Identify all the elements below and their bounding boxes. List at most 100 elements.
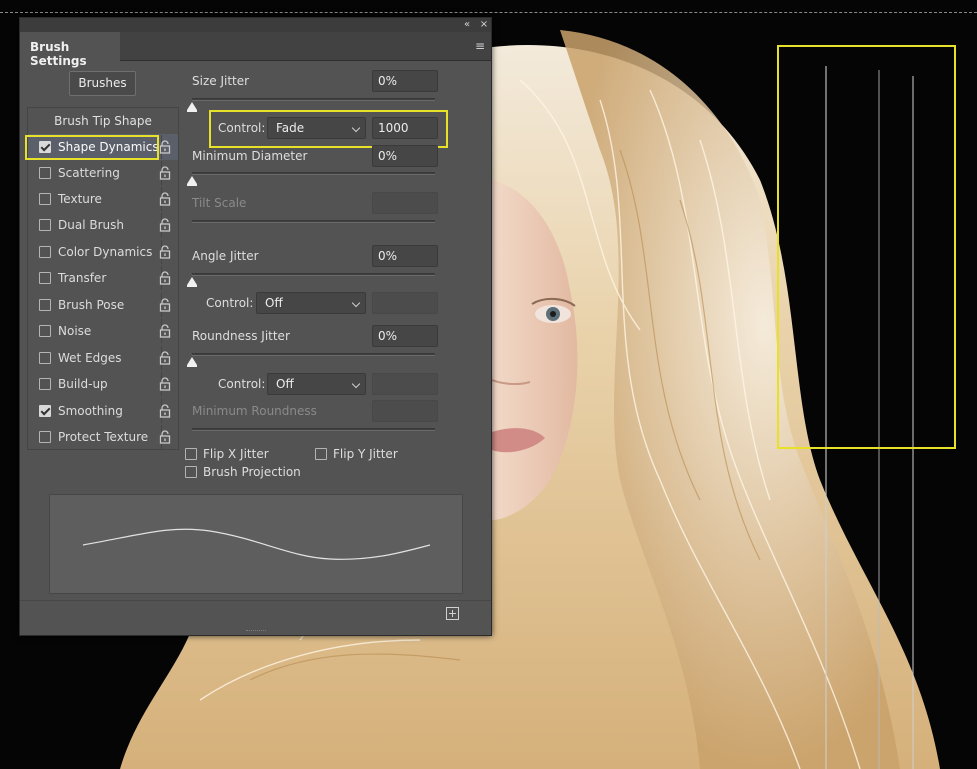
angle-control-label: Control: xyxy=(206,296,254,310)
protect-texture-checkbox[interactable] xyxy=(39,431,51,443)
roundness-control-label: Control: xyxy=(218,377,266,391)
size-jitter-label: Size Jitter xyxy=(192,74,250,88)
lock-icon[interactable] xyxy=(159,192,171,206)
angle-control-select[interactable]: Off xyxy=(256,292,366,314)
angle-jitter-label: Angle Jitter xyxy=(192,249,259,263)
transfer-checkbox[interactable] xyxy=(39,272,51,284)
size-control-value: Fade xyxy=(276,121,305,135)
lock-icon[interactable] xyxy=(159,218,171,232)
tilt-scale-field xyxy=(372,192,438,214)
flip-x-jitter-checkbox[interactable] xyxy=(185,448,197,460)
size-control-label: Control: xyxy=(218,121,266,135)
sidebar-item-build-up[interactable]: Build-up xyxy=(28,371,178,397)
brush-projection-label: Brush Projection xyxy=(203,465,301,479)
sidebar-item-color-dynamics[interactable]: Color Dynamics xyxy=(28,239,178,265)
brush-settings-panel: « × Brush Settings ≡ Brushes Brush Tip S… xyxy=(19,17,492,636)
roundness-jitter-thumb[interactable] xyxy=(187,357,197,367)
collapse-icon[interactable]: « xyxy=(460,18,474,32)
angle-control-value: Off xyxy=(265,296,283,310)
angle-control-steps-field xyxy=(372,292,438,314)
sidebar-item-label: Wet Edges xyxy=(58,351,122,365)
noise-checkbox[interactable] xyxy=(39,325,51,337)
size-control-select[interactable]: Fade xyxy=(267,117,366,139)
minimum-roundness-slider xyxy=(192,428,435,431)
shape-dynamics-highlight xyxy=(25,135,159,160)
sidebar-item-transfer[interactable]: Transfer xyxy=(28,265,178,291)
angle-jitter-slider[interactable] xyxy=(192,273,435,276)
close-icon[interactable]: × xyxy=(477,18,491,32)
tab-brush-settings[interactable]: Brush Settings xyxy=(20,32,120,68)
tilt-scale-slider xyxy=(192,220,435,223)
lock-icon[interactable] xyxy=(159,324,171,338)
sidebar-item-label: Color Dynamics xyxy=(58,245,153,259)
sidebar-item-smoothing[interactable]: Smoothing xyxy=(28,398,178,424)
minimum-roundness-label: Minimum Roundness xyxy=(192,404,317,418)
brushes-button[interactable]: Brushes xyxy=(69,71,136,96)
minimum-diameter-field[interactable]: 0% xyxy=(372,145,438,167)
minimum-diameter-slider[interactable] xyxy=(192,172,435,175)
panel-tab-bar: Brush Settings ≡ xyxy=(20,32,491,68)
sidebar-item-label: Noise xyxy=(58,324,92,338)
lock-icon[interactable] xyxy=(159,351,171,365)
roundness-jitter-field[interactable]: 0% xyxy=(372,325,438,347)
brush-pose-checkbox[interactable] xyxy=(39,299,51,311)
sidebar-item-label: Brush Pose xyxy=(58,298,125,312)
brush-projection-checkbox[interactable] xyxy=(185,466,197,478)
build-up-checkbox[interactable] xyxy=(39,378,51,390)
sidebar-item-texture[interactable]: Texture xyxy=(28,186,178,212)
lock-icon[interactable] xyxy=(159,404,171,418)
lock-icon[interactable] xyxy=(159,166,171,180)
lock-icon[interactable] xyxy=(159,298,171,312)
stroke-highlight-box xyxy=(777,45,956,449)
brush-stroke-preview xyxy=(49,494,463,594)
angle-jitter-thumb[interactable] xyxy=(187,277,197,287)
lock-icon[interactable] xyxy=(159,140,171,154)
lock-icon[interactable] xyxy=(159,430,171,444)
chevron-down-icon xyxy=(351,123,361,133)
size-jitter-field[interactable]: 0% xyxy=(372,70,438,92)
sidebar-item-scattering[interactable]: Scattering xyxy=(28,160,178,186)
lock-icon[interactable] xyxy=(159,245,171,259)
flip-y-jitter-label: Flip Y Jitter xyxy=(333,447,398,461)
stroke-preview-curve xyxy=(82,528,431,560)
sidebar-item-label: Protect Texture xyxy=(58,430,149,444)
tilt-scale-label: Tilt Scale xyxy=(192,196,247,210)
size-jitter-thumb[interactable] xyxy=(187,102,197,112)
roundness-control-steps-field xyxy=(372,373,438,395)
flip-y-jitter-checkbox[interactable] xyxy=(315,448,327,460)
minimum-diameter-thumb[interactable] xyxy=(187,176,197,186)
resize-grip[interactable] xyxy=(246,630,266,633)
sidebar-item-label: Texture xyxy=(58,192,102,206)
roundness-jitter-label: Roundness Jitter xyxy=(192,329,290,343)
sidebar-item-label: Transfer xyxy=(58,271,107,285)
lock-icon[interactable] xyxy=(159,377,171,391)
wet-edges-checkbox[interactable] xyxy=(39,352,51,364)
panel-title-strip: « × xyxy=(20,18,491,32)
selection-marquee xyxy=(0,12,977,13)
sidebar-item-protect-texture[interactable]: Protect Texture xyxy=(28,424,178,450)
smoothing-checkbox[interactable] xyxy=(39,405,51,417)
roundness-jitter-slider[interactable] xyxy=(192,353,435,356)
sidebar-item-wet-edges[interactable]: Wet Edges xyxy=(28,345,178,371)
chevron-down-icon xyxy=(351,379,361,389)
lock-icon[interactable] xyxy=(159,271,171,285)
fade-steps-field[interactable]: 1000 xyxy=(372,117,438,139)
dual-brush-checkbox[interactable] xyxy=(39,219,51,231)
brush-tip-shape-item[interactable]: Brush Tip Shape xyxy=(28,108,178,134)
texture-checkbox[interactable] xyxy=(39,193,51,205)
chevron-down-icon xyxy=(351,298,361,308)
create-new-brush-icon[interactable] xyxy=(446,607,459,620)
panel-footer xyxy=(20,600,491,630)
sidebar-item-dual-brush[interactable]: Dual Brush xyxy=(28,212,178,238)
angle-jitter-field[interactable]: 0% xyxy=(372,245,438,267)
minimum-roundness-field xyxy=(372,400,438,422)
sidebar-item-brush-pose[interactable]: Brush Pose xyxy=(28,292,178,318)
roundness-control-select[interactable]: Off xyxy=(267,373,366,395)
color-dynamics-checkbox[interactable] xyxy=(39,246,51,258)
sidebar-item-label: Scattering xyxy=(58,166,120,180)
flip-x-jitter-label: Flip X Jitter xyxy=(203,447,269,461)
sidebar-item-noise[interactable]: Noise xyxy=(28,318,178,344)
size-jitter-slider[interactable] xyxy=(192,98,435,101)
scattering-checkbox[interactable] xyxy=(39,167,51,179)
panel-menu-icon[interactable]: ≡ xyxy=(475,40,485,52)
